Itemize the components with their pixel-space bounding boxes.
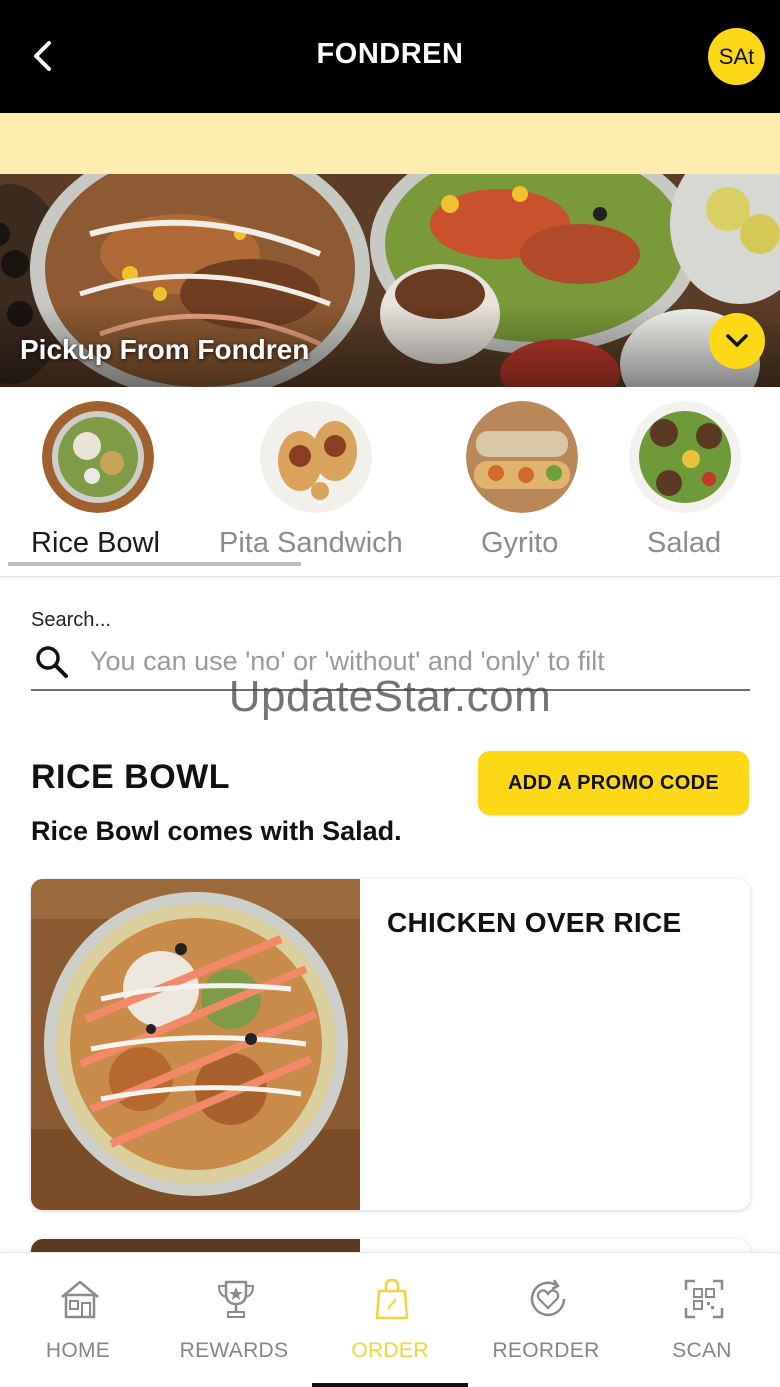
nav-label: ORDER <box>351 1339 429 1362</box>
tab-gyrito[interactable]: Gyrito <box>440 387 605 572</box>
tab-salad[interactable]: Salad <box>615 387 765 572</box>
nav-scan[interactable]: SCAN <box>624 1253 780 1387</box>
tab-label: Salad <box>647 527 722 559</box>
qr-scan-icon <box>684 1279 724 1319</box>
category-tabs: Rice Bowl Pita Sandwich Gyrito Salad <box>0 387 780 577</box>
nav-label: REWARDS <box>179 1339 289 1362</box>
app-screen: FONDREN SAt Pickup From Fondren Rice Bow… <box>0 0 780 1387</box>
tab-pita-sandwich[interactable]: Pita Sandwich <box>200 387 430 572</box>
nav-label: HOME <box>45 1339 111 1362</box>
section-title: RICE BOWL <box>31 758 231 796</box>
tab-label: Rice Bowl <box>31 527 160 559</box>
add-promo-code-button[interactable]: ADD A PROMO CODE <box>478 751 749 815</box>
rice-bowl-thumbnail <box>42 401 154 513</box>
chevron-down-icon <box>726 334 748 347</box>
nav-label: SCAN <box>672 1339 732 1362</box>
active-nav-indicator <box>312 1383 468 1387</box>
pickup-location-label: Pickup From Fondren <box>20 334 310 365</box>
location-title: FONDREN <box>316 38 464 70</box>
menu-item-card[interactable]: CHICKEN OVER RICE <box>31 879 750 1210</box>
tab-label: Gyrito <box>481 527 559 559</box>
user-avatar[interactable]: SAt <box>708 28 765 85</box>
watermark: UpdateStar.com <box>228 672 552 721</box>
nav-home[interactable]: HOME <box>0 1253 156 1387</box>
nav-label: REORDER <box>492 1339 600 1362</box>
section-subtitle: Rice Bowl comes with Salad. <box>31 816 402 846</box>
bottom-navigation: HOME REWARDS ORDER REORDER SCAN <box>0 1252 780 1387</box>
menu-item-name: CHICKEN OVER RICE <box>387 907 682 938</box>
shopping-bag-icon <box>375 1278 409 1320</box>
notice-bar <box>0 113 780 174</box>
tab-rice-bowl[interactable]: Rice Bowl <box>0 387 200 572</box>
heart-refresh-icon <box>530 1279 566 1317</box>
gyrito-thumbnail <box>466 401 578 513</box>
salad-thumbnail <box>629 401 741 513</box>
house-icon <box>61 1280 99 1319</box>
chicken-over-rice-image <box>31 879 360 1210</box>
nav-order[interactable]: ORDER <box>312 1253 468 1387</box>
trophy-icon <box>217 1280 255 1318</box>
pita-sandwich-thumbnail <box>260 401 372 513</box>
nav-reorder[interactable]: REORDER <box>468 1253 624 1387</box>
active-tab-indicator <box>8 562 301 566</box>
tab-label: Pita Sandwich <box>219 527 403 559</box>
location-dropdown-button[interactable] <box>709 313 765 369</box>
search-label: Search... <box>31 609 112 631</box>
top-header: FONDREN SAt <box>0 0 780 113</box>
nav-rewards[interactable]: REWARDS <box>156 1253 312 1387</box>
